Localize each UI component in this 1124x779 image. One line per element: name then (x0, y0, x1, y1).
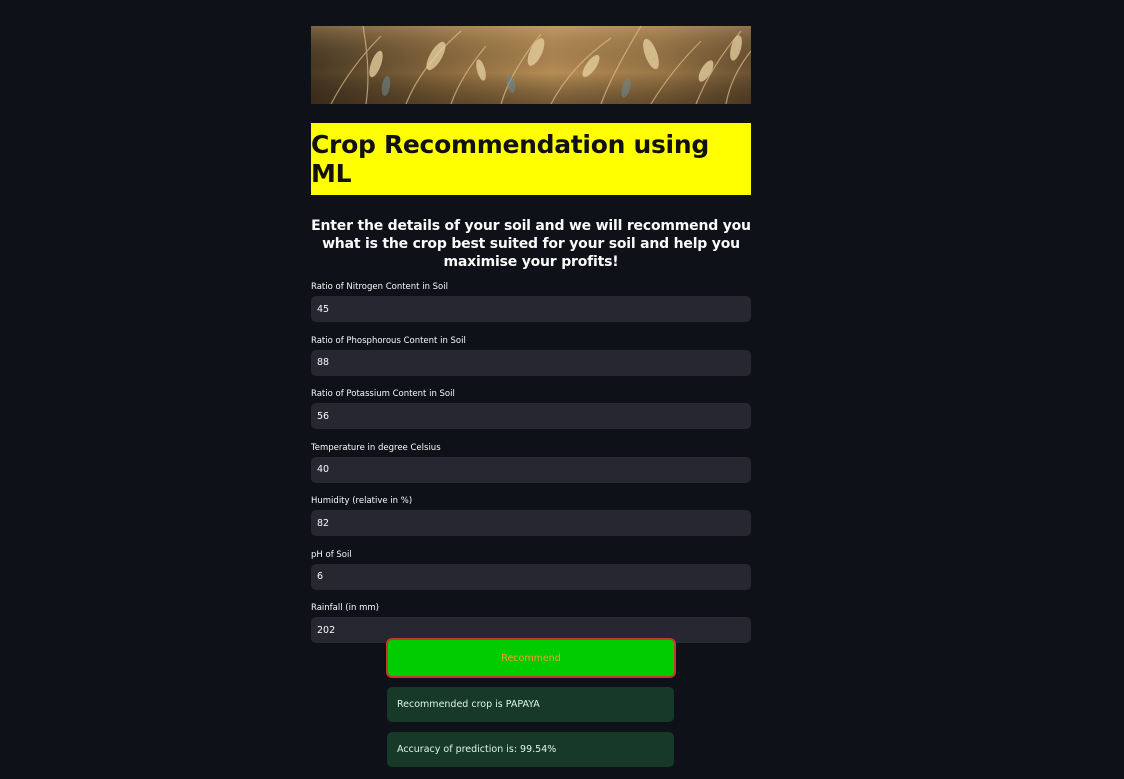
potassium-field: Ratio of Potassium Content in Soil (311, 389, 751, 443)
recommended-crop-alert: Recommended crop is PAPAYA (387, 687, 674, 722)
title-banner: Crop Recommendation using ML (311, 123, 751, 195)
ph-input[interactable] (311, 563, 751, 590)
nitrogen-label: Ratio of Nitrogen Content in Soil (311, 282, 448, 292)
humidity-field: Humidity (relative in %) (311, 496, 751, 550)
main-container: Crop Recommendation using ML Enter the d… (311, 26, 751, 657)
ph-label: pH of Soil (311, 549, 352, 560)
phosphorous-field: Ratio of Phosphorous Content in Soil (311, 336, 751, 390)
page-title: Crop Recommendation using ML (311, 130, 709, 188)
potassium-label: Ratio of Potassium Content in Soil (311, 389, 455, 399)
recommended-crop-text: Recommended crop is PAPAYA (397, 699, 540, 710)
soil-form: Ratio of Nitrogen Content in Soil Ratio … (311, 282, 751, 657)
rainfall-label: Rainfall (in mm) (311, 603, 379, 613)
recommend-button[interactable]: Recommend (386, 638, 676, 678)
nitrogen-input[interactable] (311, 296, 751, 322)
temperature-input[interactable] (311, 456, 751, 483)
page-subtitle: Enter the details of your soil and we wi… (311, 218, 751, 270)
wheat-banner-image (311, 26, 751, 104)
humidity-input[interactable] (311, 510, 751, 536)
temperature-label: Temperature in degree Celsius (311, 442, 441, 453)
potassium-input[interactable] (311, 403, 751, 429)
accuracy-text: Accuracy of prediction is: 99.54% (397, 744, 557, 755)
nitrogen-field: Ratio of Nitrogen Content in Soil (311, 282, 751, 336)
humidity-label: Humidity (relative in %) (311, 496, 413, 506)
ph-field: pH of Soil (311, 550, 751, 604)
phosphorous-input[interactable] (311, 349, 751, 376)
temperature-field: Temperature in degree Celsius (311, 443, 751, 497)
app-root: Crop Recommendation using ML Enter the d… (0, 0, 1124, 779)
phosphorous-label: Ratio of Phosphorous Content in Soil (311, 335, 466, 346)
accuracy-alert: Accuracy of prediction is: 99.54% (387, 732, 674, 767)
